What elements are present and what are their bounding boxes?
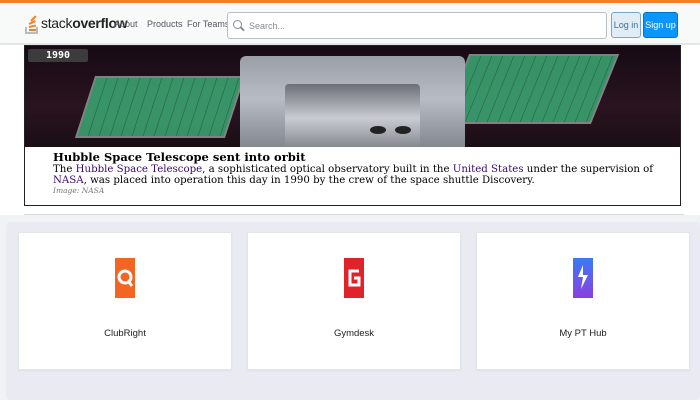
- login-button[interactable]: Log in: [611, 12, 641, 38]
- divider: [24, 214, 684, 215]
- partner-card-my-pt-hub[interactable]: My PT Hub: [476, 232, 690, 370]
- stackoverflow-logo-icon: [25, 12, 39, 34]
- clubright-logo-icon: [114, 253, 136, 303]
- nav-about[interactable]: About: [114, 19, 138, 29]
- search-input[interactable]: [249, 20, 589, 31]
- hubble-telescope-image: 1990: [25, 46, 680, 147]
- feature-title: Hubble Space Telescope sent into orbit: [53, 150, 306, 164]
- card-name: My PT Hub: [559, 328, 607, 339]
- united-states-link[interactable]: United States: [453, 164, 524, 175]
- hubble-link[interactable]: Hubble Space Telescope: [76, 164, 203, 175]
- search-icon: [233, 19, 245, 32]
- top-bar: stackoverflow About Products For Teams L…: [0, 0, 700, 44]
- signup-button[interactable]: Sign up: [643, 12, 678, 38]
- nasa-link[interactable]: NASA: [53, 175, 84, 186]
- feature-caption: Hubble Space Telescope sent into orbit T…: [53, 150, 673, 196]
- year-badge: 1990: [28, 49, 88, 62]
- gymdesk-logo-icon: [343, 253, 365, 303]
- nav-products[interactable]: Products: [147, 19, 183, 29]
- image-credit: Image: NASA: [53, 186, 105, 195]
- card-name: Gymdesk: [333, 328, 375, 339]
- card-name: ClubRight: [104, 328, 146, 339]
- feature-body: The Hubble Space Telescope, a sophistica…: [53, 164, 654, 186]
- search-box[interactable]: [227, 12, 607, 39]
- nav-for-teams[interactable]: For Teams: [187, 19, 229, 29]
- partner-card-gymdesk[interactable]: Gymdesk: [247, 232, 461, 370]
- stackoverflow-logo[interactable]: stackoverflow: [25, 12, 128, 34]
- partner-card-clubright[interactable]: ClubRight: [18, 232, 232, 370]
- my-pt-hub-logo-icon: [572, 253, 594, 303]
- featured-event-card[interactable]: 1990 Hubble Space Telescope sent into or…: [24, 45, 681, 206]
